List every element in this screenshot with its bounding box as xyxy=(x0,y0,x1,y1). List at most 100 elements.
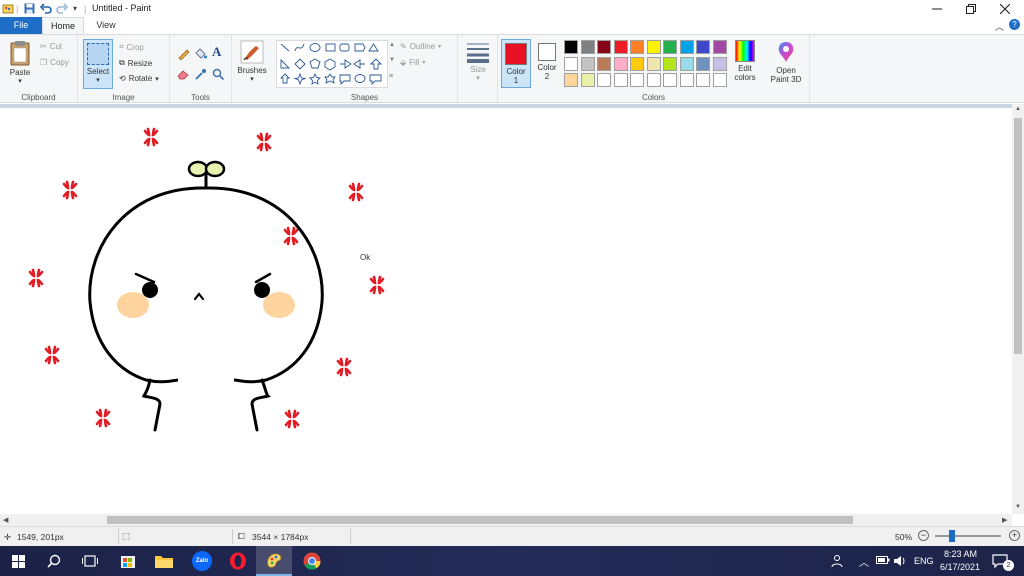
palette-color-swatch[interactable] xyxy=(597,56,611,71)
tab-view[interactable]: View xyxy=(86,17,126,34)
paste-button[interactable]: Paste ▾ xyxy=(5,40,35,85)
palette-color-swatch[interactable] xyxy=(679,56,694,71)
undo-icon[interactable] xyxy=(40,2,52,15)
pencil-icon[interactable] xyxy=(177,47,190,62)
collapse-ribbon-icon[interactable]: ︿ xyxy=(995,20,1004,33)
taskbar-chrome[interactable] xyxy=(294,546,330,576)
palette-color-swatch[interactable] xyxy=(696,40,710,54)
start-button[interactable] xyxy=(0,546,36,576)
palette-color-swatch[interactable] xyxy=(712,73,727,87)
palette-color-swatch[interactable] xyxy=(564,56,578,71)
taskbar-paint[interactable] xyxy=(256,546,292,576)
shapes-scroll-up-icon[interactable]: ▲ xyxy=(389,42,395,48)
volume-icon[interactable] xyxy=(893,554,907,570)
fill-button[interactable]: ⬙ Fill ▾ xyxy=(400,58,425,67)
cut-button[interactable]: ✂ Cut xyxy=(40,42,62,51)
clock-date[interactable]: 6/17/2021 xyxy=(940,562,980,572)
palette-color-swatch[interactable] xyxy=(663,56,677,71)
crop-button[interactable]: ⌗ Crop xyxy=(119,42,144,52)
zoom-in-button[interactable]: + xyxy=(1009,530,1020,541)
palette-color-swatch[interactable] xyxy=(696,56,710,71)
palette-color-swatch[interactable] xyxy=(597,73,611,87)
edit-colors-button[interactable]: Edit colors xyxy=(732,40,758,82)
shapes-scroll-down-icon[interactable]: ▼ xyxy=(389,57,395,63)
color2-button[interactable]: Color 2 xyxy=(533,40,561,81)
palette-color-swatch[interactable] xyxy=(663,73,677,87)
palette-color-swatch[interactable] xyxy=(580,73,595,87)
help-icon[interactable]: ? xyxy=(1009,19,1020,30)
search-button[interactable] xyxy=(36,546,72,576)
taskbar-opera[interactable] xyxy=(220,546,256,576)
minimize-button[interactable] xyxy=(920,0,954,17)
scroll-right-icon[interactable]: ▶ xyxy=(1002,516,1007,524)
drawing-canvas[interactable]: Ok xyxy=(0,108,1012,514)
palette-color-swatch[interactable] xyxy=(630,56,644,71)
palette-color-swatch[interactable] xyxy=(613,56,628,71)
brushes-button[interactable]: Brushes ▾ xyxy=(234,40,270,83)
palette-color-swatch[interactable] xyxy=(597,40,611,54)
copy-button[interactable]: ❐ Copy xyxy=(40,58,69,67)
paint-app-icon[interactable] xyxy=(2,2,14,15)
palette-color-swatch[interactable] xyxy=(646,56,661,71)
color1-button[interactable]: Color 1 xyxy=(501,39,531,88)
clock-time[interactable]: 8:23 AM xyxy=(943,549,978,559)
save-icon[interactable] xyxy=(24,2,35,15)
vertical-scrollbar[interactable]: ▲ ▼ xyxy=(1012,104,1024,514)
palette-color-swatch[interactable] xyxy=(580,40,595,54)
palette-color-swatch[interactable] xyxy=(646,40,661,54)
eraser-icon[interactable] xyxy=(177,68,190,82)
text-tool-icon[interactable]: A xyxy=(212,44,221,60)
battery-icon[interactable] xyxy=(876,555,890,567)
zoom-out-button[interactable]: − xyxy=(918,530,929,541)
scroll-left-icon[interactable]: ◀ xyxy=(3,516,8,524)
palette-color-swatch[interactable] xyxy=(564,40,578,54)
palette-color-swatch[interactable] xyxy=(679,40,694,54)
rotate-button[interactable]: ⟲ Rotate ▾ xyxy=(119,74,159,83)
taskbar-file-explorer[interactable] xyxy=(146,546,182,576)
character-drawing xyxy=(88,160,324,432)
magnifier-icon[interactable] xyxy=(212,68,225,82)
select-button[interactable]: Select ▾ xyxy=(83,39,113,89)
palette-color-swatch[interactable] xyxy=(696,73,710,87)
redo-icon[interactable] xyxy=(56,2,68,15)
people-icon[interactable] xyxy=(831,554,845,570)
size-button[interactable]: Size ▾ xyxy=(462,41,494,82)
restore-button[interactable] xyxy=(954,0,988,17)
palette-color-swatch[interactable] xyxy=(712,40,727,54)
shapes-more-icon[interactable]: ≡ xyxy=(389,73,393,80)
palette-color-swatch[interactable] xyxy=(712,56,727,71)
size-group: Size ▾ xyxy=(458,35,498,104)
palette-color-swatch[interactable] xyxy=(679,73,694,87)
color-picker-icon[interactable] xyxy=(194,68,207,82)
palette-color-swatch[interactable] xyxy=(613,73,628,87)
zoom-slider-track[interactable] xyxy=(935,535,1001,537)
palette-color-swatch[interactable] xyxy=(630,73,644,87)
taskbar-zalo[interactable]: Zalo xyxy=(184,546,220,576)
palette-color-swatch[interactable] xyxy=(580,56,595,71)
vertical-scroll-thumb[interactable] xyxy=(1014,118,1022,354)
show-hidden-icons[interactable]: ︿ xyxy=(859,554,869,569)
outline-button[interactable]: ✎ Outline ▾ xyxy=(400,42,441,51)
taskbar-app-store[interactable] xyxy=(110,546,146,576)
resize-button[interactable]: ⧉ Resize xyxy=(119,58,152,68)
horizontal-scroll-thumb[interactable] xyxy=(107,516,853,524)
horizontal-scrollbar[interactable]: ◀ ▶ xyxy=(0,514,1012,526)
scroll-up-icon[interactable]: ▲ xyxy=(1015,106,1021,112)
palette-color-swatch[interactable] xyxy=(646,73,661,87)
palette-color-swatch[interactable] xyxy=(613,40,628,54)
close-button[interactable] xyxy=(988,0,1022,17)
fill-bucket-icon[interactable] xyxy=(194,47,207,62)
task-view-button[interactable] xyxy=(72,546,108,576)
customize-quick-access-icon[interactable]: ▾ xyxy=(73,2,77,15)
scroll-down-icon[interactable]: ▼ xyxy=(1015,504,1021,510)
palette-color-swatch[interactable] xyxy=(564,73,578,87)
language-indicator[interactable]: ENG xyxy=(914,556,934,566)
palette-color-swatch[interactable] xyxy=(630,40,644,54)
palette-color-swatch[interactable] xyxy=(663,40,677,54)
tab-home[interactable]: Home xyxy=(42,17,84,34)
ribbon: Paste ▾ ✂ Cut ❐ Copy Clipboard Select ▾ ⌗ C… xyxy=(0,34,1024,104)
tab-file[interactable]: File xyxy=(0,17,42,34)
open-paint3d-button[interactable]: Open Paint 3D xyxy=(766,40,806,84)
shapes-gallery[interactable] xyxy=(276,40,388,88)
zoom-slider-thumb[interactable] xyxy=(949,530,955,542)
